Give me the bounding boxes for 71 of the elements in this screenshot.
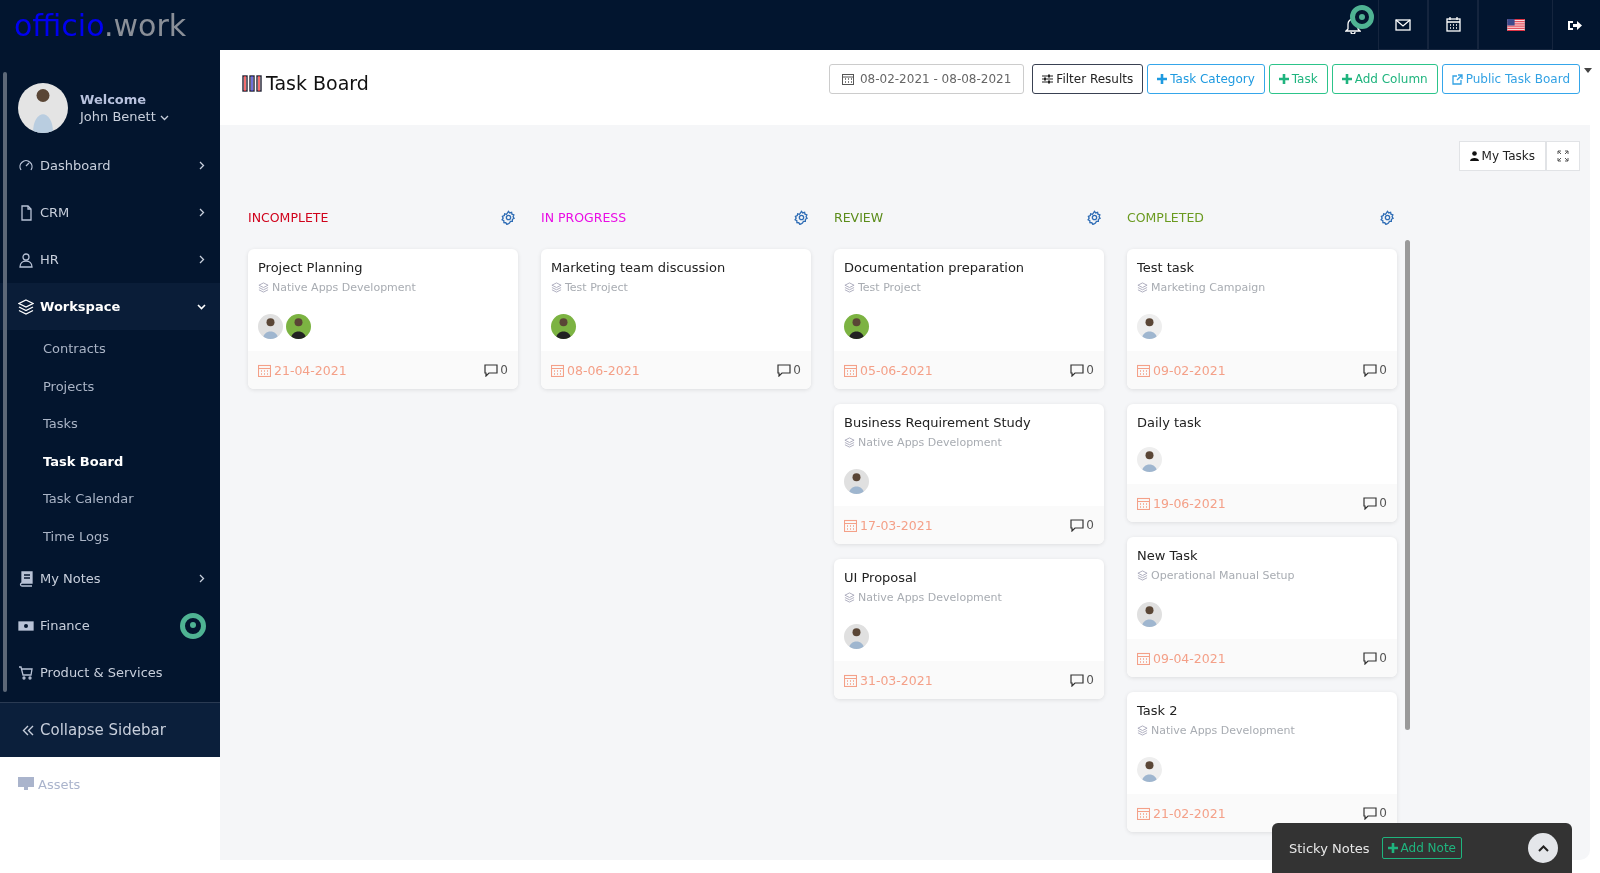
task-title: Marketing team discussion xyxy=(551,260,727,275)
task-card[interactable]: Project Planning Native Apps Development 21-04-2021 0 xyxy=(248,249,518,389)
user-name[interactable]: John Benett xyxy=(80,109,169,124)
due-date: 09-04-2021 xyxy=(1137,650,1226,666)
due-date: 19-06-2021 xyxy=(1137,495,1226,511)
submenu-item[interactable]: Tasks xyxy=(0,405,220,443)
add-note-button[interactable]: Add Note xyxy=(1381,837,1462,859)
task-title: Project Planning xyxy=(258,260,364,275)
submenu-item[interactable]: Task Calendar xyxy=(0,480,220,518)
comment-count: 0 xyxy=(777,363,801,377)
task-card[interactable]: Documentation preparation Test Project 05-06-2021 0 xyxy=(834,249,1104,389)
logo[interactable]: officio.work xyxy=(14,7,187,43)
due-date: 05-06-2021 xyxy=(844,362,933,378)
task-title: Documentation preparation xyxy=(844,260,1026,275)
collapse-sidebar-button[interactable]: Collapse Sidebar xyxy=(0,703,220,757)
menu-item[interactable]: My Notes xyxy=(0,555,220,602)
comment-count: 0 xyxy=(1363,363,1387,377)
task-title: Business Requirement Study xyxy=(844,415,1032,430)
due-date: 31-03-2021 xyxy=(844,672,933,688)
page-title: Task Board xyxy=(266,72,369,94)
column-title: INCOMPLETE xyxy=(248,209,329,225)
column-title: REVIEW xyxy=(834,209,884,225)
task-card[interactable]: New Task Operational Manual Setup 09-04-2021 0 xyxy=(1127,537,1397,677)
task-card[interactable]: Business Requirement Study Native Apps Development 17-03-2021 0 xyxy=(834,404,1104,544)
welcome-text: Welcome xyxy=(80,92,148,107)
toolbar-button[interactable]: Filter Results xyxy=(1032,64,1144,94)
task-card[interactable]: Test task Marketing Campaign 09-02-2021 0 xyxy=(1127,249,1397,389)
sticky-notes-title: Sticky Notes xyxy=(1289,840,1370,856)
project-name: Native Apps Development xyxy=(1137,724,1387,737)
my-tasks-button[interactable]: My Tasks xyxy=(1458,141,1546,171)
task-title: UI Proposal xyxy=(844,570,918,585)
project-name: Operational Manual Setup xyxy=(1137,569,1387,582)
column-title: COMPLETED xyxy=(1127,209,1204,225)
project-name: Native Apps Development xyxy=(844,436,1094,449)
submenu-item[interactable]: Contracts xyxy=(0,330,220,368)
comment-count: 0 xyxy=(1363,651,1387,665)
menu-item[interactable]: Finance xyxy=(0,602,220,649)
submenu-item[interactable]: Task Board xyxy=(0,442,220,480)
task-card[interactable]: Marketing team discussion Test Project 08-06-2021 0 xyxy=(541,249,811,389)
project-name: Test Project xyxy=(551,281,801,294)
date-range-field[interactable]: 08-02-2021 - 08-08-2021 xyxy=(828,64,1025,94)
comment-count: 0 xyxy=(1363,806,1387,820)
due-date: 17-03-2021 xyxy=(844,517,933,533)
due-date: 08-06-2021 xyxy=(551,362,640,378)
menu-item[interactable]: Workspace xyxy=(0,283,220,330)
column-title: IN PROGRESS xyxy=(541,209,627,225)
comment-count: 0 xyxy=(1070,518,1094,532)
menu-item[interactable]: CRM xyxy=(0,189,220,236)
task-title: Daily task xyxy=(1137,415,1203,430)
menu-item[interactable]: Product & Services xyxy=(0,649,220,696)
task-title: Task 2 xyxy=(1137,703,1179,718)
project-name: Marketing Campaign xyxy=(1137,281,1387,294)
project-name: Test Project xyxy=(844,281,1094,294)
submenu-item[interactable]: Time Logs xyxy=(0,517,220,555)
due-date: 21-04-2021 xyxy=(258,362,347,378)
due-date: 21-02-2021 xyxy=(1137,805,1226,821)
task-card[interactable]: Daily task 19-06-2021 0 xyxy=(1127,404,1397,522)
comment-count: 0 xyxy=(484,363,508,377)
project-name: Native Apps Development xyxy=(258,281,508,294)
due-date: 09-02-2021 xyxy=(1137,362,1226,378)
comment-count: 0 xyxy=(1070,673,1094,687)
comment-count: 0 xyxy=(1070,363,1094,377)
task-card[interactable]: Task 2 Native Apps Development 21-02-2021 0 xyxy=(1127,692,1397,832)
comment-count: 0 xyxy=(1363,496,1387,510)
task-title: Test task xyxy=(1137,260,1196,275)
project-name: Native Apps Development xyxy=(844,591,1094,604)
task-title: New Task xyxy=(1137,548,1199,563)
menu-item[interactable]: Dashboard xyxy=(0,142,220,189)
task-card[interactable]: UI Proposal Native Apps Development 31-03-2021 0 xyxy=(834,559,1104,699)
submenu-item[interactable]: Projects xyxy=(0,367,220,405)
menu-item[interactable]: HR xyxy=(0,236,220,283)
